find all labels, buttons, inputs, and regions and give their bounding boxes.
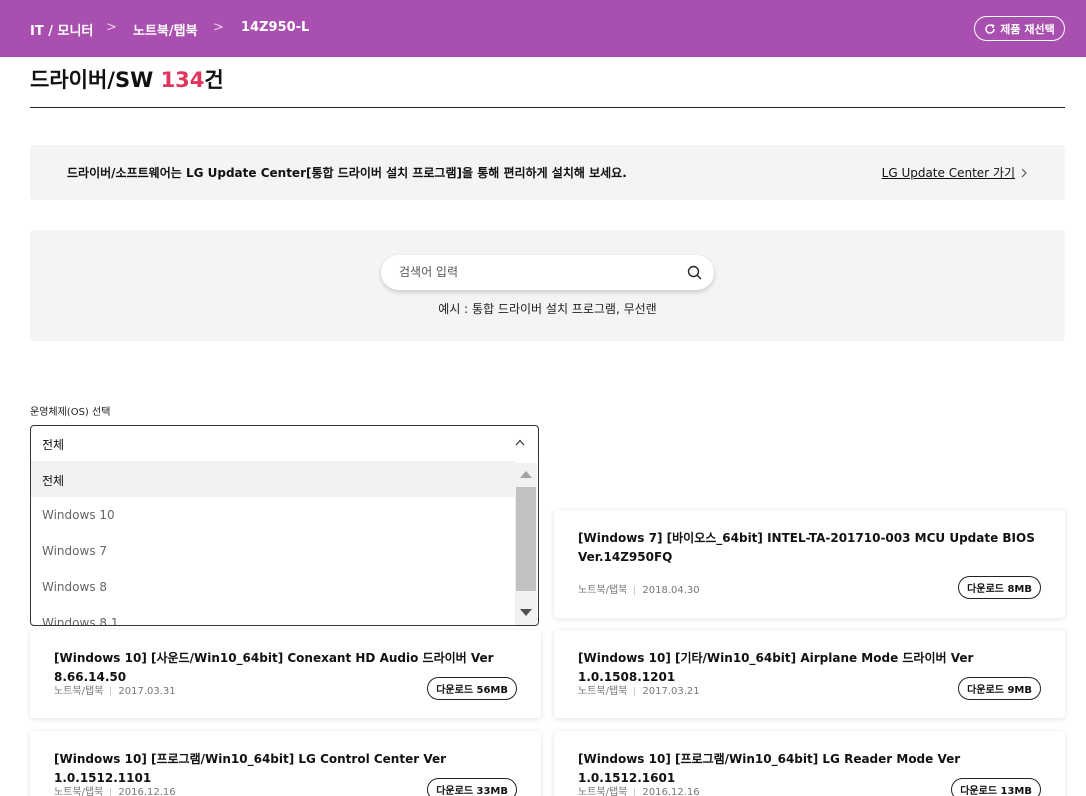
search-example: 예시 : 통합 드라이버 설치 프로그램, 무선랜 — [438, 302, 657, 316]
download-button[interactable]: 다운로드 13MB — [951, 778, 1041, 796]
driver-date: 2017.03.31 — [118, 686, 176, 697]
driver-title[interactable]: [Windows 7] [바이오스_64bit] INTEL-TA-201710… — [578, 529, 1041, 567]
title-text: 드라이버/SW — [30, 68, 161, 92]
scroll-up-arrow-icon[interactable] — [520, 471, 532, 478]
driver-category: 노트북/탭북 — [578, 787, 628, 796]
os-list-scrollbar[interactable] — [515, 463, 537, 625]
update-center-link[interactable]: LG Update Center 가기 — [882, 164, 1027, 181]
driver-category: 노트북/탭북 — [578, 686, 628, 697]
os-option[interactable]: Windows 7 — [31, 533, 515, 569]
driver-date: 2018.04.30 — [642, 585, 700, 596]
driver-meta: 노트북/탭북 2016.12.16 — [578, 783, 700, 796]
driver-card[interactable]: [Windows 10] [프로그램/Win10_64bit] LG Contr… — [30, 731, 541, 796]
notice-text: 드라이버/소프트웨어는 LG Update Center[통합 드라이버 설치 … — [67, 166, 627, 180]
driver-meta: 노트북/탭북 2017.03.31 — [54, 682, 176, 697]
update-center-link-label: LG Update Center 가기 — [881, 166, 1015, 180]
os-option[interactable]: Windows 10 — [31, 497, 515, 533]
scroll-down-arrow-icon[interactable] — [520, 609, 532, 616]
refresh-icon — [985, 23, 995, 34]
result-count: 134 — [160, 68, 205, 92]
driver-date: 2016.12.16 — [118, 787, 176, 796]
driver-card[interactable]: [Windows 10] [기타/Win10_64bit] Airplane M… — [554, 630, 1065, 718]
top-bar: IT / 모니터 > 노트북/탭북 > 14Z950-L 제품 재선택 — [0, 0, 1086, 57]
breadcrumb-chevron-icon: > — [106, 20, 117, 35]
search-panel: 예시 : 통합 드라이버 설치 프로그램, 무선랜 — [30, 230, 1065, 341]
reselect-product-button[interactable]: 제품 재선택 — [974, 16, 1065, 41]
os-options-list: 전체 Windows 10 Windows 7 Windows 8 Window… — [31, 461, 515, 625]
search-input[interactable] — [399, 263, 669, 281]
driver-date: 2017.03.21 — [642, 686, 700, 697]
breadcrumb-item-model: 14Z950-L — [241, 20, 310, 35]
download-button[interactable]: 다운로드 9MB — [958, 677, 1041, 700]
os-option[interactable]: Windows 8 — [31, 569, 515, 605]
os-option[interactable]: Windows 8.1 — [31, 605, 515, 625]
search-box — [381, 255, 714, 290]
reselect-label: 제품 재선택 — [1000, 22, 1055, 36]
os-select-dropdown[interactable]: 전체 전체 Windows 10 Windows 7 Windows 8 Win… — [30, 425, 539, 626]
scroll-thumb[interactable] — [516, 487, 536, 591]
breadcrumb-item-category[interactable]: IT / 모니터 — [30, 20, 93, 39]
chevron-up-icon[interactable] — [515, 439, 525, 446]
os-selected-value[interactable]: 전체 — [31, 426, 538, 461]
driver-category: 노트북/탭북 — [54, 686, 104, 697]
os-option[interactable]: 전체 — [31, 461, 515, 497]
driver-category: 노트북/탭북 — [54, 787, 104, 796]
download-button[interactable]: 다운로드 8MB — [958, 576, 1041, 599]
search-icon[interactable] — [687, 265, 702, 280]
chevron-right-icon — [1021, 168, 1027, 177]
breadcrumb-item-subcategory[interactable]: 노트북/탭북 — [133, 20, 198, 39]
os-filter-label: 운영체제(OS) 선택 — [30, 407, 111, 418]
page-title: 드라이버/SW 134건 — [30, 64, 224, 94]
download-button[interactable]: 다운로드 33MB — [427, 778, 517, 796]
breadcrumb-chevron-icon: > — [213, 20, 224, 35]
download-button[interactable]: 다운로드 56MB — [427, 677, 517, 700]
title-suffix: 건 — [204, 68, 224, 92]
update-center-notice: 드라이버/소프트웨어는 LG Update Center[통합 드라이버 설치 … — [30, 145, 1065, 200]
driver-card[interactable]: [Windows 10] [사운드/Win10_64bit] Conexant … — [30, 630, 541, 718]
driver-date: 2016.12.16 — [642, 787, 700, 796]
driver-card[interactable]: [Windows 7] [바이오스_64bit] INTEL-TA-201710… — [554, 510, 1065, 618]
driver-meta: 노트북/탭북 2017.03.21 — [578, 682, 700, 697]
driver-meta: 노트북/탭북 2018.04.30 — [578, 581, 700, 596]
title-divider — [30, 107, 1065, 108]
driver-meta: 노트북/탭북 2016.12.16 — [54, 783, 176, 796]
driver-category: 노트북/탭북 — [578, 585, 628, 596]
driver-card[interactable]: [Windows 10] [프로그램/Win10_64bit] LG Reade… — [554, 731, 1065, 796]
